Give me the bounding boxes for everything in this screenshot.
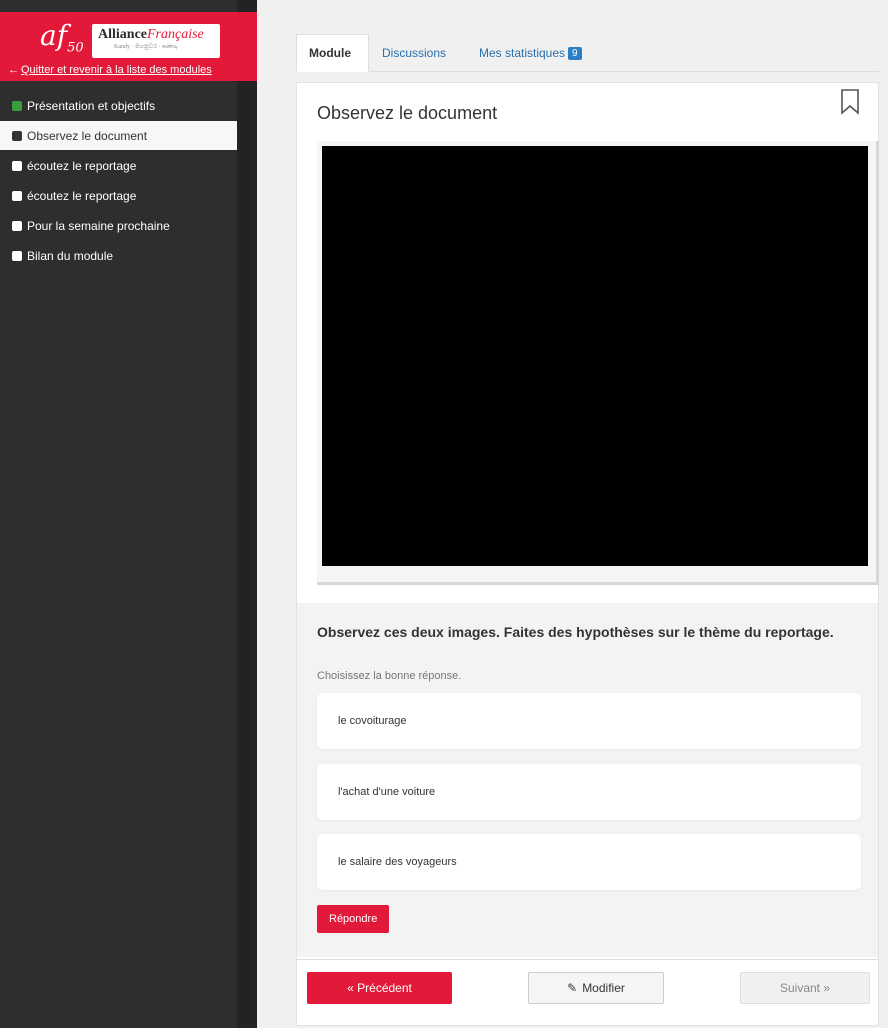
modify-button[interactable]: ✎ Modifier — [528, 972, 664, 1004]
answer-option-3[interactable]: le salaire des voyageurs — [317, 834, 861, 890]
video-screen[interactable] — [322, 146, 868, 566]
tab-bar: Module Discussions Mes statistiques 9 — [296, 34, 879, 72]
answer-option-1[interactable]: le covoiturage — [317, 693, 861, 749]
document-video[interactable] — [317, 141, 879, 585]
sidebar-item-presentation[interactable]: Présentation et objectifs — [0, 91, 237, 120]
sidebar-rail — [237, 0, 257, 1028]
status-square-icon — [12, 220, 22, 231]
pencil-icon: ✎ — [567, 981, 578, 995]
arrow-left-icon: ← — [8, 64, 19, 76]
bookmark-icon[interactable] — [840, 89, 860, 115]
tab-statistiques[interactable]: Mes statistiques 9 — [479, 34, 582, 72]
logo-alliance-francaise: AllianceFrançaise Kandy · මහනුවර · கண்டி — [92, 24, 220, 58]
tab-discussions[interactable]: Discussions — [382, 34, 446, 72]
brand-header: af50 AllianceFrançaise Kandy · මහනුවර · … — [0, 12, 257, 81]
question-text: Observez ces deux images. Faites des hyp… — [317, 624, 834, 640]
next-button[interactable]: Suivant » — [740, 972, 870, 1004]
module-card: Observez le document Observez ces deux i… — [296, 82, 879, 1026]
previous-button[interactable]: « Précédent — [307, 972, 452, 1004]
answer-option-2[interactable]: l'achat d'une voiture — [317, 764, 861, 820]
status-square-icon — [12, 100, 22, 111]
sidebar-item-semaine[interactable]: Pour la semaine prochaine — [0, 211, 237, 240]
tab-module[interactable]: Module — [296, 34, 369, 72]
sidebar-item-bilan[interactable]: Bilan du module — [0, 241, 237, 270]
navigation-footer: « Précédent ✎ Modifier Suivant » — [297, 959, 878, 1025]
status-square-icon — [12, 160, 22, 171]
quit-link[interactable]: ← Quitter et revenir à la liste des modul… — [8, 64, 212, 76]
status-square-icon — [12, 130, 22, 141]
logo-af: af50 — [40, 19, 84, 56]
status-square-icon — [12, 250, 22, 261]
reply-button[interactable]: Répondre — [317, 905, 390, 933]
sidebar: af50 AllianceFrançaise Kandy · මහනුවර · … — [0, 0, 257, 1028]
sidebar-item-observez[interactable]: Observez le document — [0, 121, 237, 150]
sidebar-item-ecoutez-2[interactable]: écoutez le reportage — [0, 181, 237, 210]
status-square-icon — [12, 190, 22, 201]
page-title: Observez le document — [317, 103, 498, 123]
stats-badge: 9 — [568, 46, 582, 60]
sidebar-item-ecoutez-1[interactable]: écoutez le reportage — [0, 151, 237, 180]
question-hint: Choisissez la bonne réponse. — [317, 670, 462, 682]
question-panel: Observez ces deux images. Faites des hyp… — [297, 603, 878, 957]
